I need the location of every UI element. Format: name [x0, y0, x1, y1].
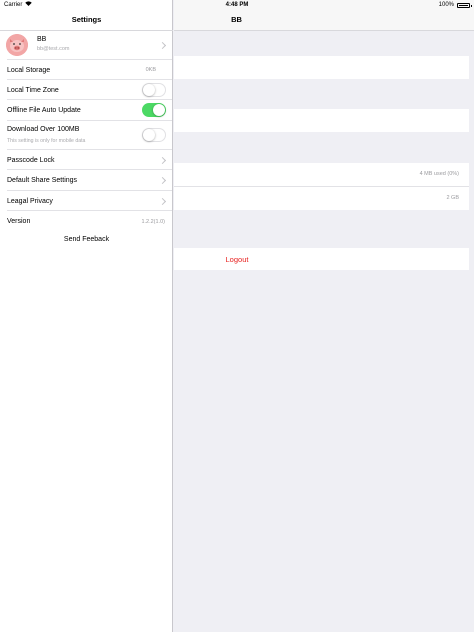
download-over-row: Download Over 100MB This setting is only…	[0, 121, 172, 150]
version-row: Version 1.2.2(1.0)	[0, 211, 172, 232]
storage-total-value: 2 GB	[446, 195, 459, 201]
settings-pane: Settings BB bb@test.com Local Storage 0K…	[0, 0, 173, 632]
default-share-row[interactable]: Default Share Settings	[0, 170, 172, 191]
chevron-right-icon	[158, 41, 167, 50]
legal-privacy-row[interactable]: Leagal Privacy	[0, 191, 172, 211]
version-label: Version	[7, 218, 31, 225]
toggle-knob	[143, 129, 155, 141]
chevron-right-icon	[158, 156, 167, 165]
profile-row[interactable]: BB bb@test.com	[0, 31, 172, 60]
download-over-sublabel: This setting is only for mobile data	[7, 138, 86, 144]
detail-account-card[interactable]	[174, 109, 469, 132]
detail-pane: BB 4 MB used (0%) 2 GB Logout	[174, 0, 474, 632]
download-over-label: Download Over 100MB	[7, 126, 80, 133]
detail-title: BB	[231, 15, 242, 24]
toggle-knob	[143, 84, 155, 96]
logout-label: Logout	[225, 255, 249, 264]
detail-profile-card[interactable]	[174, 56, 469, 79]
offline-auto-update-row: Offline File Auto Update	[0, 100, 172, 121]
status-right: 100%	[438, 0, 472, 10]
offline-auto-update-label: Offline File Auto Update	[7, 107, 81, 114]
battery-icon	[457, 2, 472, 8]
chevron-right-icon	[158, 176, 167, 185]
passcode-lock-row[interactable]: Passcode Lock	[0, 150, 172, 170]
local-time-zone-row: Local Time Zone	[0, 80, 172, 100]
logout-button[interactable]: Logout	[174, 248, 469, 270]
chevron-right-icon	[158, 197, 167, 206]
offline-auto-update-toggle[interactable]	[142, 103, 166, 117]
download-over-toggle[interactable]	[142, 128, 166, 142]
storage-used-value: 4 MB used (0%)	[419, 171, 459, 177]
profile-name: BB	[37, 36, 47, 43]
local-time-zone-label: Local Time Zone	[7, 86, 59, 94]
legal-privacy-label: Leagal Privacy	[7, 197, 53, 205]
default-share-label: Default Share Settings	[7, 177, 78, 184]
status-bar: Carrier 4:48 PM 100%	[0, 0, 474, 10]
settings-title: Settings	[0, 10, 173, 31]
send-feedback-button[interactable]: Send Feeback	[0, 236, 173, 243]
version-value: 1.2.2(1.0)	[141, 218, 165, 225]
local-storage-value: 0KB	[145, 67, 156, 73]
local-time-zone-toggle[interactable]	[142, 83, 166, 97]
local-storage-label: Local Storage	[7, 66, 51, 74]
pig-avatar-icon	[6, 34, 28, 56]
toggle-knob	[153, 104, 165, 116]
passcode-lock-label: Passcode Lock	[7, 156, 55, 164]
profile-email: bb@test.com	[37, 46, 70, 52]
detail-storage-used-row: 4 MB used (0%)	[174, 163, 469, 186]
local-storage-row[interactable]: Local Storage 0KB	[0, 60, 172, 80]
status-time: 4:48 PM	[225, 2, 249, 8]
battery-percent: 100%	[438, 2, 454, 8]
avatar	[6, 34, 28, 56]
detail-storage-total-row: 2 GB	[174, 187, 469, 210]
